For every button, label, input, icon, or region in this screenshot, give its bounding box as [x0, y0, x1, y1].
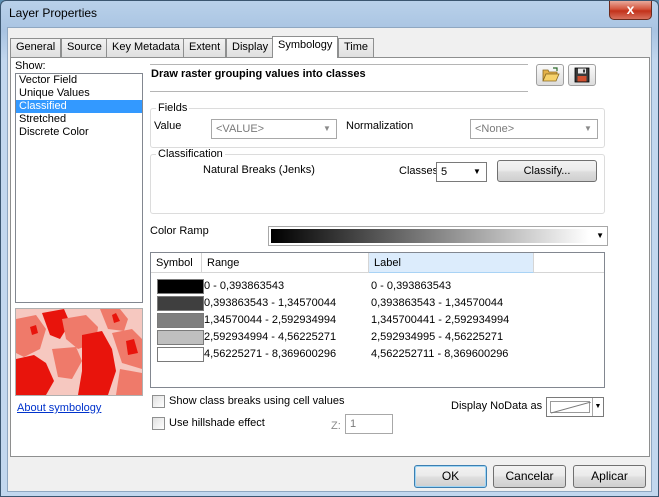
chevron-down-icon: ▼: [584, 124, 592, 133]
value-field-dropdown[interactable]: <VALUE> ▼: [211, 119, 337, 139]
range-cell: 4,56225271 - 8,369600296: [204, 348, 337, 360]
color-ramp-dropdown[interactable]: ▼: [268, 226, 608, 246]
list-item-classified[interactable]: Classified: [16, 100, 142, 113]
tab-symbology[interactable]: Symbology: [272, 36, 339, 58]
label-cell: 1,345700441 - 2,592934994: [371, 314, 510, 326]
range-cell: 1,34570044 - 2,592934994: [204, 314, 337, 326]
tab-display[interactable]: Display: [226, 38, 275, 57]
class-symbol-swatch[interactable]: [157, 279, 204, 294]
symbol-column-header[interactable]: Symbol: [151, 253, 202, 273]
range-cell: 0 - 0,393863543: [204, 280, 285, 292]
classes-count-dropdown[interactable]: 5 ▼: [436, 162, 487, 182]
list-item-stretched[interactable]: Stretched: [16, 113, 142, 126]
apply-button[interactable]: Aplicar: [573, 465, 646, 488]
renderer-description: Draw raster grouping values into classes: [151, 68, 366, 80]
label-cell: 0 - 0,393863543: [371, 280, 452, 292]
classes-label: Classes: [399, 165, 439, 177]
renderer-preview-image: [15, 308, 143, 396]
range-cell: 2,592934994 - 4,56225271: [204, 331, 337, 343]
folder-open-icon: [542, 67, 560, 82]
value-field-selected: <VALUE>: [216, 123, 265, 135]
classification-group-label: Classification: [156, 148, 225, 160]
label-cell: 0,393863543 - 1,34570044: [371, 297, 504, 309]
z-factor-value: 1: [350, 418, 357, 430]
table-row[interactable]: 1,34570044 - 2,592934994 1,345700441 - 2…: [151, 312, 604, 329]
z-factor-label: Z:: [331, 420, 341, 432]
nodata-color-dropdown[interactable]: ▼: [546, 397, 604, 417]
empty-column-header: [534, 253, 604, 273]
no-color-icon: [551, 402, 591, 414]
value-label: Value: [154, 120, 182, 132]
close-icon: x: [626, 1, 635, 17]
normalization-selected: <None>: [475, 123, 515, 135]
classification-method: Natural Breaks (Jenks): [203, 164, 315, 176]
table-row[interactable]: 0 - 0,393863543 0 - 0,393863543: [151, 278, 604, 295]
range-column-header[interactable]: Range: [202, 253, 369, 273]
window-title: Layer Properties: [9, 6, 98, 20]
classify-button[interactable]: Classify...: [497, 160, 597, 182]
class-breaks-table[interactable]: Symbol Range Label 0 - 0,393863543 0 - 0…: [150, 252, 605, 388]
about-symbology-link[interactable]: About symbology: [17, 402, 101, 414]
show-class-breaks-label: Show class breaks using cell values: [169, 395, 345, 407]
layer-properties-window: Layer Properties x General Source Key Me…: [0, 0, 659, 497]
label-column-header[interactable]: Label: [369, 253, 534, 273]
ok-button[interactable]: OK: [414, 465, 487, 488]
chevron-down-icon: ▼: [592, 398, 603, 416]
color-ramp-gradient: [271, 229, 589, 243]
close-button[interactable]: x: [609, 1, 652, 20]
hillshade-checkbox[interactable]: [152, 417, 165, 430]
class-symbol-swatch[interactable]: [157, 347, 204, 362]
tab-key-metadata[interactable]: Key Metadata: [106, 38, 186, 57]
classes-count-selected: 5: [441, 166, 448, 178]
color-ramp-label: Color Ramp: [150, 225, 209, 237]
chevron-down-icon: ▼: [473, 167, 481, 176]
save-renderer-button[interactable]: [568, 64, 596, 86]
nodata-color-swatch: [550, 401, 591, 414]
tab-general[interactable]: General: [10, 38, 62, 57]
show-class-breaks-checkbox[interactable]: [152, 395, 165, 408]
list-item-discrete-color[interactable]: Discrete Color: [16, 126, 142, 139]
class-symbol-swatch[interactable]: [157, 330, 204, 345]
table-row[interactable]: 4,56225271 - 8,369600296 4,562252711 - 8…: [151, 346, 604, 363]
chevron-down-icon: ▼: [596, 231, 604, 240]
symbology-tab-page: Show: Vector Field Unique Values Classif…: [10, 57, 650, 457]
table-row[interactable]: 2,592934994 - 4,56225271 2,592934995 - 4…: [151, 329, 604, 346]
open-renderer-button[interactable]: [536, 64, 564, 86]
class-symbol-swatch[interactable]: [157, 313, 204, 328]
normalization-label: Normalization: [346, 120, 414, 132]
preview-map-graphic: [16, 309, 142, 395]
renderer-list[interactable]: Vector Field Unique Values Classified St…: [15, 73, 143, 303]
tab-source[interactable]: Source: [61, 38, 108, 57]
hillshade-label: Use hillshade effect: [169, 417, 265, 429]
tab-time[interactable]: Time: [338, 38, 375, 57]
list-item-vector-field[interactable]: Vector Field: [16, 74, 142, 87]
show-label: Show:: [15, 60, 46, 72]
nodata-label: Display NoData as: [451, 400, 543, 412]
class-symbol-swatch[interactable]: [157, 296, 204, 311]
chevron-down-icon: ▼: [323, 124, 331, 133]
z-factor-input[interactable]: 1: [345, 414, 393, 434]
tab-extent[interactable]: Extent: [183, 38, 227, 57]
title-bar[interactable]: Layer Properties x: [1, 1, 658, 27]
fields-group-label: Fields: [156, 102, 190, 114]
label-cell: 2,592934995 - 4,56225271: [371, 331, 504, 343]
label-cell: 4,562252711 - 8,369600296: [371, 348, 509, 360]
range-cell: 0,393863543 - 1,34570044: [204, 297, 337, 309]
list-item-unique-values[interactable]: Unique Values: [16, 87, 142, 100]
cancel-button[interactable]: Cancelar: [493, 465, 566, 488]
save-disk-icon: [574, 67, 590, 83]
renderer-heading: Draw raster grouping values into classes: [150, 64, 528, 92]
dialog-body: General Source Key Metadata Extent Displ…: [7, 27, 652, 492]
normalization-dropdown[interactable]: <None> ▼: [470, 119, 598, 139]
table-row[interactable]: 0,393863543 - 1,34570044 0,393863543 - 1…: [151, 295, 604, 312]
